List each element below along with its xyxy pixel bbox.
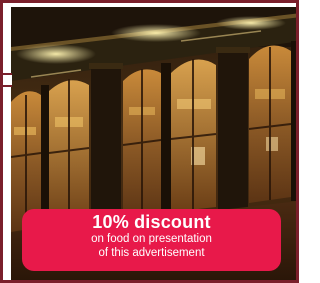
promo-line-2: of this advertisement bbox=[98, 247, 205, 259]
promo-line-1: on food on presentation bbox=[91, 233, 212, 245]
advertisement: 10% discount on food on presentation of … bbox=[0, 0, 299, 283]
promo-headline: 10% discount bbox=[92, 212, 211, 232]
frame-notch bbox=[3, 73, 12, 87]
discount-promo-panel: 10% discount on food on presentation of … bbox=[22, 209, 281, 271]
